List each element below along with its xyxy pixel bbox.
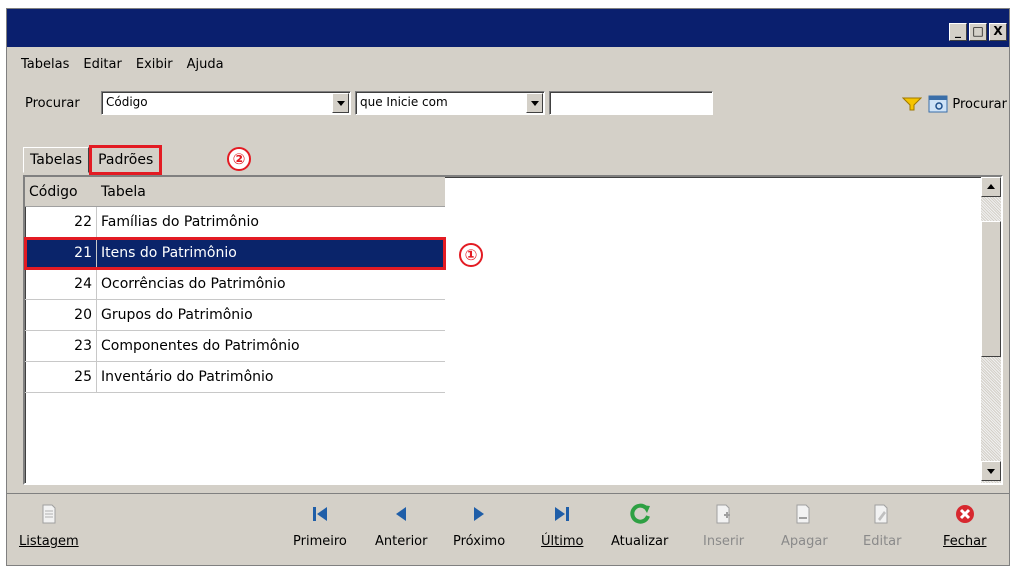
table-row[interactable]: 22 Famílias do Patrimônio: [25, 207, 445, 238]
row-name: Ocorrências do Patrimônio: [101, 276, 286, 292]
maximize-button[interactable]: □: [969, 23, 987, 41]
row-name: Inventário do Patrimônio: [101, 369, 274, 385]
first-record-icon: [312, 507, 327, 521]
table-header: Código Tabela: [25, 177, 445, 207]
ultimo-label: Último: [541, 534, 584, 549]
table-row[interactable]: 25 Inventário do Patrimônio: [25, 362, 445, 393]
primeiro-button[interactable]: Primeiro: [293, 502, 347, 549]
row-name: Famílias do Patrimônio: [101, 214, 259, 230]
apagar-button[interactable]: Apagar: [781, 502, 828, 549]
inserir-button[interactable]: Inserir: [703, 502, 744, 549]
row-code: 23: [25, 331, 97, 361]
anterior-label: Anterior: [375, 534, 428, 549]
inserir-label: Inserir: [703, 534, 745, 549]
close-circle-icon: [955, 505, 974, 523]
bottom-toolbar: Listagem Primeiro Anterior Próximo Últim…: [7, 493, 1009, 565]
tab-tabelas[interactable]: Tabelas: [23, 147, 90, 173]
tab-padroes[interactable]: Padrões: [89, 145, 163, 175]
proximo-label: Próximo: [453, 534, 506, 549]
table-container: Código Tabela 22 Famílias do Patrimônio …: [23, 175, 1003, 485]
document-icon: [42, 504, 56, 524]
data-table: Código Tabela 22 Famílias do Patrimônio …: [24, 177, 446, 393]
delete-icon: [796, 504, 810, 524]
primeiro-label: Primeiro: [293, 534, 347, 549]
table-row[interactable]: 20 Grupos do Patrimônio: [25, 300, 445, 331]
edit-icon: [874, 504, 888, 524]
arrow-down-icon: [987, 469, 995, 474]
editar-button[interactable]: Editar: [863, 502, 902, 549]
search-mode-value: que Inicie com: [360, 95, 448, 109]
chevron-down-icon[interactable]: [332, 93, 349, 113]
listagem-button[interactable]: Listagem: [19, 502, 79, 549]
atualizar-label: Atualizar: [611, 534, 669, 549]
insert-icon: [716, 504, 730, 524]
menu-bar: Tabelas Editar Exibir Ajuda: [21, 57, 224, 72]
row-code: 25: [25, 362, 97, 392]
header-tabela[interactable]: Tabela: [97, 184, 445, 200]
anterior-button[interactable]: Anterior: [375, 502, 427, 549]
fechar-label: Fechar: [943, 534, 987, 549]
filter-icon[interactable]: [902, 96, 923, 112]
minimize-button[interactable]: _: [949, 23, 967, 41]
table-row[interactable]: 23 Componentes do Patrimônio: [25, 331, 445, 362]
listagem-label: Listagem: [19, 534, 79, 549]
header-codigo[interactable]: Código: [25, 177, 97, 206]
search-label: Procurar: [25, 96, 80, 111]
refresh-icon: [630, 503, 650, 524]
search-field-value: Código: [106, 95, 148, 109]
procurar-group: Procurar: [902, 95, 1007, 113]
content-panel: Tabelas Padrões ② Código Tabela 22 Famíl…: [17, 133, 1009, 493]
procurar-label: Procurar: [952, 96, 1007, 112]
scroll-down-button[interactable]: [981, 461, 1001, 481]
last-record-icon: [555, 507, 570, 521]
ultimo-button[interactable]: Último: [541, 502, 583, 549]
close-button[interactable]: X: [989, 23, 1007, 41]
procurar-button[interactable]: Procurar: [928, 95, 1007, 113]
search-mode-select[interactable]: que Inicie com: [355, 91, 545, 115]
fechar-button[interactable]: Fechar: [943, 502, 986, 549]
proximo-button[interactable]: Próximo: [453, 502, 505, 549]
search-window-icon: [928, 95, 948, 113]
scroll-up-button[interactable]: [981, 177, 1001, 197]
row-code: 22: [25, 207, 97, 237]
row-code: 24: [25, 269, 97, 299]
apagar-label: Apagar: [781, 534, 828, 549]
main-window: _ □ X Tabelas Editar Exibir Ajuda Procur…: [6, 8, 1010, 566]
search-row: Procurar Código que Inicie com Procurar: [25, 91, 1015, 117]
row-code: 21: [25, 238, 97, 268]
vertical-scrollbar[interactable]: [981, 177, 1001, 483]
menu-tabelas[interactable]: Tabelas: [21, 57, 69, 72]
scroll-thumb[interactable]: [981, 221, 1001, 357]
arrow-up-icon: [987, 184, 995, 189]
chevron-down-icon[interactable]: [526, 93, 543, 113]
row-name: Grupos do Patrimônio: [101, 307, 253, 323]
row-name: Componentes do Patrimônio: [101, 338, 300, 354]
callout-1: ①: [459, 243, 483, 267]
search-field-select[interactable]: Código: [101, 91, 351, 115]
next-record-icon: [474, 507, 485, 521]
tab-strip: Tabelas Padrões: [23, 143, 163, 175]
table-row[interactable]: 24 Ocorrências do Patrimônio: [25, 269, 445, 300]
table-row-selected[interactable]: 21 Itens do Patrimônio: [24, 237, 446, 270]
search-input[interactable]: [549, 91, 713, 115]
title-bar[interactable]: _ □ X: [7, 9, 1009, 47]
menu-ajuda[interactable]: Ajuda: [187, 57, 224, 72]
callout-2: ②: [227, 147, 251, 171]
row-name: Itens do Patrimônio: [101, 245, 237, 261]
row-code: 20: [25, 300, 97, 330]
menu-editar[interactable]: Editar: [83, 57, 122, 72]
atualizar-button[interactable]: Atualizar: [611, 502, 668, 549]
editar-label: Editar: [863, 534, 902, 549]
previous-record-icon: [396, 507, 407, 521]
menu-exibir[interactable]: Exibir: [136, 57, 173, 72]
